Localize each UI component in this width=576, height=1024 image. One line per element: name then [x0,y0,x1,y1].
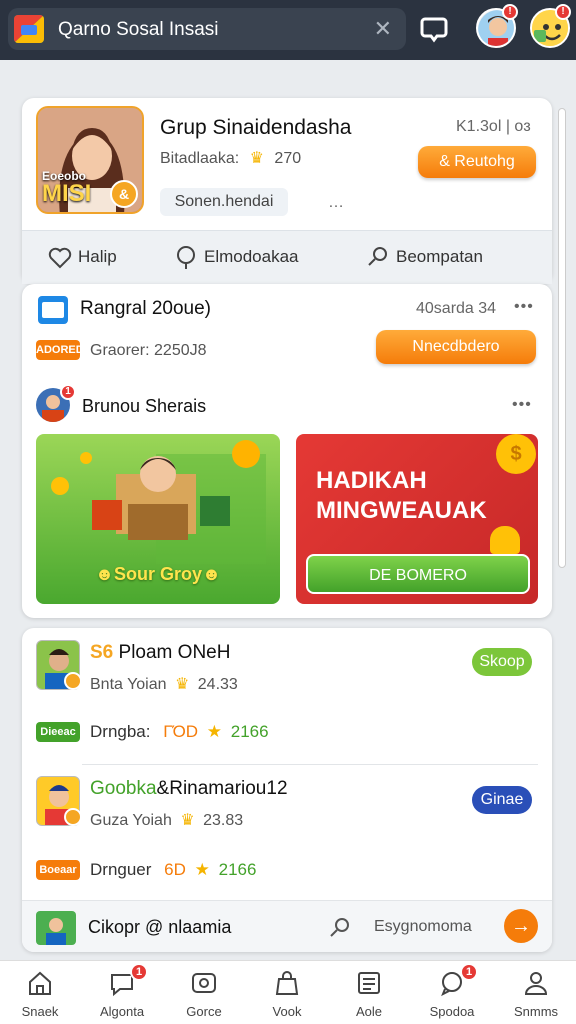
group-side-text: K1.3ol | oɜ [456,118,531,135]
search-icon[interactable] [328,915,352,944]
close-icon[interactable]: ✕ [374,16,392,42]
coin-icon: $ [496,434,536,474]
member-list-card: S6 Ploam ONeH Bnta Yoian ♛ 24.33 Skoop D… [22,628,552,952]
bell-icon [490,526,520,554]
member-detail: Drngba: ΓΌD ★ 2166 [90,722,269,741]
reward-title: HADIKAH MINGWEAUAK [316,467,487,524]
adored-tag: ADORED [36,340,84,360]
composer-name: Cikopr @ nlaamia [88,917,232,937]
nav-shop[interactable]: Vook [247,961,327,1024]
nav-list[interactable]: Aole [329,961,409,1024]
nav-camera[interactable]: Gorce [164,961,244,1024]
group-chip[interactable]: Sonen.hendai [160,188,288,216]
green-banner-text: ☻Sour Groy☻ [95,564,221,584]
app-logo-icon [14,15,44,43]
composer-avatar[interactable] [36,911,76,945]
section-title: Rangral 20oue) [80,298,211,319]
like-action[interactable]: Halip [48,247,117,269]
more-icon[interactable]: ••• [514,298,534,316]
group-avatar-badge: 1 [60,384,76,400]
section-side-text: 40sarda 34 [416,300,497,317]
nav-badge: 1 [460,963,478,981]
group-title: Grup Sinaidendasha [160,116,352,139]
green-banner[interactable]: ☻Sour Groy☻ [36,434,280,604]
section-card: Rangral 20oue) 40sarda 34 ••• ADORED Gra… [22,284,552,618]
composer-search-text[interactable]: Esygnomoma [374,918,472,936]
star-icon: ★ [194,860,210,879]
star-icon: ★ [206,722,223,741]
game-button[interactable]: Ginae [472,786,532,814]
group-name: Brunou Sherais [82,396,207,416]
join-button[interactable]: & Reutohg [418,146,536,178]
coin-icon: & [110,180,138,208]
nav-home[interactable]: Snaek [0,961,80,1024]
member-tag: Dieeac [36,722,80,742]
nav-badge: 1 [130,963,148,981]
search-action[interactable]: Beompatan [368,247,483,267]
comment-icon [177,246,195,269]
chip-more-icon[interactable]: … [328,194,345,212]
action-bar: Halip Elmodoakaa Beompatan [22,230,552,284]
person-icon [524,972,548,995]
bottom-nav: Snaek 1 Algonta Gorce Vook Aole 1 Spodoa… [0,960,576,1024]
crown-icon: ♛ [174,676,190,693]
search-icon [368,247,387,266]
nav-chat[interactable]: 1 Algonta [82,961,162,1024]
camera-icon [192,973,216,993]
notification-badge: ! [555,4,571,20]
member-detail: Drnguer 6D ★ 2166 [90,860,257,879]
search-bar[interactable]: Qarno Sosal Insasi ✕ [8,8,406,50]
message-icon[interactable] [418,13,450,45]
crown-icon: ♛ [180,812,195,829]
group-photo[interactable]: Eoeobo MISI & [36,106,144,214]
comment-action[interactable]: Elmodoakaa [177,246,299,269]
group-meta: Bitadlaaka: ♛ 270 [160,150,302,167]
crown-icon: ♛ [249,150,264,167]
section-sub: Graorer: 2250J8 [90,342,207,359]
bag-icon [275,971,299,995]
weekly-reward-banner[interactable]: $ HADIKAH MINGWEAUAK DE BOMERO [296,434,538,604]
member-name: Goobka&Rinamariou12 [90,778,288,799]
send-arrow-icon[interactable]: → [504,909,538,943]
member-sub: Guza Yoiah ♛ 23.83 [90,812,244,829]
claim-button[interactable]: DE BOMERO [306,554,530,594]
newsletter-button[interactable]: Nnecdbdero [376,330,536,364]
composer-bar: Cikopr @ nlaamia Esygnomoma → [22,900,552,952]
search-query[interactable]: Qarno Sosal Insasi [58,19,219,41]
calendar-icon [38,296,68,324]
home-icon [29,971,51,995]
photo-label: Eoeobo MISI [42,169,92,207]
coin-icon [64,808,82,826]
list-icon [358,972,380,994]
top-bar: Qarno Sosal Insasi ✕ ! ! [0,0,576,60]
coin-icon [64,672,82,690]
shop-button[interactable]: Skoop [472,648,532,676]
notification-badge: ! [502,4,518,20]
divider [82,764,538,765]
nav-profile[interactable]: Snmms [496,961,576,1024]
member-name: S6 Ploam ONeH [90,642,231,663]
scrollbar[interactable] [558,108,566,568]
member-tag: Boeaar [36,860,80,880]
nav-messages[interactable]: 1 Spodoa [412,961,492,1024]
member-sub: Bnta Yoian ♛ 24.33 [90,676,238,693]
heart-icon [48,247,72,269]
group-more-icon[interactable]: ••• [512,396,532,414]
